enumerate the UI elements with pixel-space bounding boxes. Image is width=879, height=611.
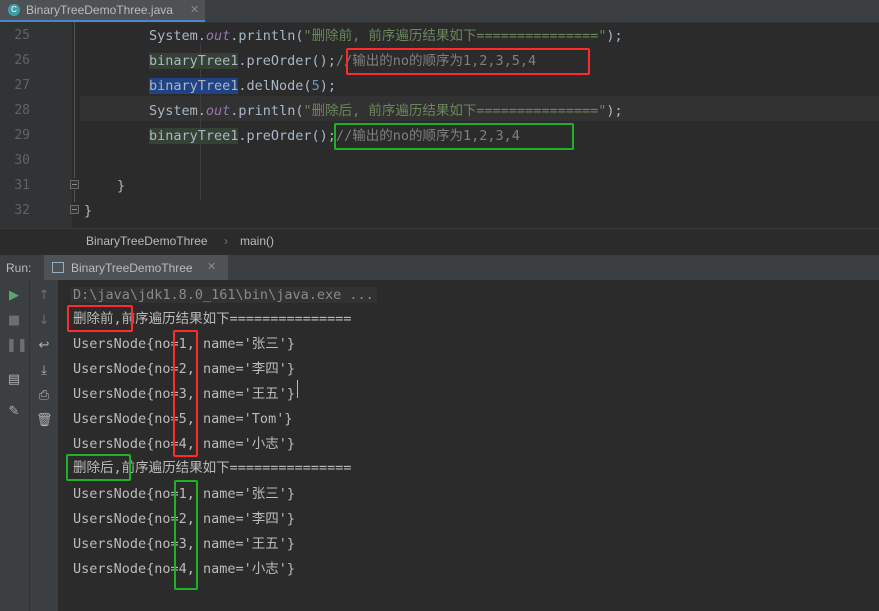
code-line-27: binaryTree1.delNode(5);: [149, 78, 336, 94]
trash-icon[interactable]: 🗑: [36, 413, 53, 429]
annotation-box-red: [173, 330, 198, 457]
fold-marker-icon[interactable]: [70, 180, 79, 189]
breadcrumb: BinaryTreeDemoThree › main(): [0, 228, 879, 255]
breadcrumb-method[interactable]: main(): [240, 234, 274, 248]
code-token: );: [606, 103, 623, 119]
run-tool-window-header: Run: BinaryTreeDemoThree ✕: [0, 254, 879, 281]
print-icon[interactable]: ⎙: [36, 388, 52, 404]
console-text: 前序遍历结果如下===============: [121, 460, 352, 476]
annotation-box-green: [174, 480, 198, 590]
editor-tab[interactable]: C BinaryTreeDemoThree.java ✕: [0, 0, 205, 22]
fold-guide: [74, 190, 75, 202]
code-string: "删除后, 前序遍历结果如下===============": [303, 103, 607, 119]
code-string: "删除前, 前序遍历结果如下===============": [303, 28, 607, 44]
code-token: .preOrder();: [238, 128, 336, 144]
fold-marker-icon[interactable]: [70, 205, 79, 214]
console-text: 前序遍历结果如下===============: [121, 311, 352, 327]
line-number-gutter: 25 26 27 28 29 30 31 32: [0, 22, 79, 228]
code-number: 5: [311, 78, 320, 94]
code-token: .println(: [230, 28, 304, 44]
run-toolbar-secondary: ↑ ↓ ↩ ⤓ ⎙ 🗑: [30, 280, 59, 611]
line-number: 31: [14, 178, 30, 193]
code-token: .delNode(: [238, 78, 312, 94]
console-command-line: D:\java\jdk1.8.0_161\bin\java.exe ...: [70, 287, 377, 303]
editor-tab-bar: C BinaryTreeDemoThree.java ✕: [0, 0, 879, 23]
pause-icon[interactable]: ❚❚: [6, 338, 28, 354]
code-variable: binaryTree1: [149, 78, 239, 94]
scroll-up-icon[interactable]: ↑: [36, 288, 52, 304]
code-line-28: System.out.println("删除后, 前序遍历结果如下=======…: [149, 103, 623, 119]
code-token: System.: [149, 28, 206, 44]
close-run-tab-icon[interactable]: ✕: [207, 260, 216, 273]
editor-tab-filename: BinaryTreeDemoThree.java: [26, 3, 173, 17]
run-config-name: BinaryTreeDemoThree: [71, 261, 193, 275]
line-number: 26: [14, 53, 30, 68]
line-number: 27: [14, 78, 30, 93]
run-label: Run:: [6, 261, 32, 275]
run-toolbar-primary: ▶ ■ ❚❚ ▤ ✎: [0, 280, 30, 611]
code-variable: binaryTree1: [149, 53, 239, 69]
soft-wrap-icon[interactable]: ↩: [36, 338, 52, 354]
rerun-icon[interactable]: ▶: [6, 288, 22, 304]
code-token: );: [606, 28, 623, 44]
close-tab-icon[interactable]: ✕: [190, 0, 199, 20]
code-editor[interactable]: System.out.println("删除前, 前序遍历结果如下=======…: [80, 22, 879, 228]
breadcrumb-separator: ›: [224, 234, 228, 248]
line-number: 30: [14, 153, 30, 168]
annotation-box-red: [67, 305, 133, 332]
fold-guide: [74, 22, 75, 178]
code-line-31: }: [117, 178, 126, 194]
java-class-icon: C: [8, 4, 20, 16]
layout-icon[interactable]: ▤: [6, 372, 22, 388]
code-token: System.: [149, 103, 206, 119]
stop-icon[interactable]: ■: [6, 313, 22, 329]
code-token: );: [319, 78, 336, 94]
annotation-box-green: [66, 454, 131, 481]
code-token: .println(: [230, 103, 304, 119]
line-number: 28: [14, 103, 30, 118]
code-token: .preOrder();: [238, 53, 336, 69]
breadcrumb-class[interactable]: BinaryTreeDemoThree: [86, 234, 208, 248]
scroll-to-end-icon[interactable]: ⤓: [36, 363, 52, 379]
annotation-box-green: [334, 123, 574, 150]
code-variable: binaryTree1: [149, 128, 239, 144]
annotation-box-red: [346, 48, 590, 75]
line-number: 29: [14, 128, 30, 143]
run-config-tab[interactable]: BinaryTreeDemoThree ✕: [44, 255, 228, 281]
console-output[interactable]: D:\java\jdk1.8.0_161\bin\java.exe ... 删除…: [59, 280, 879, 611]
code-line-25: System.out.println("删除前, 前序遍历结果如下=======…: [149, 28, 623, 44]
line-number: 32: [14, 203, 30, 218]
code-line-32: }: [84, 203, 93, 219]
code-token: out: [205, 103, 231, 119]
console-icon: [52, 262, 64, 273]
pin-icon[interactable]: ✎: [6, 404, 22, 420]
line-number: 25: [14, 28, 30, 43]
code-token: out: [205, 28, 231, 44]
scroll-down-icon[interactable]: ↓: [36, 313, 52, 329]
text-caret: [297, 380, 298, 398]
